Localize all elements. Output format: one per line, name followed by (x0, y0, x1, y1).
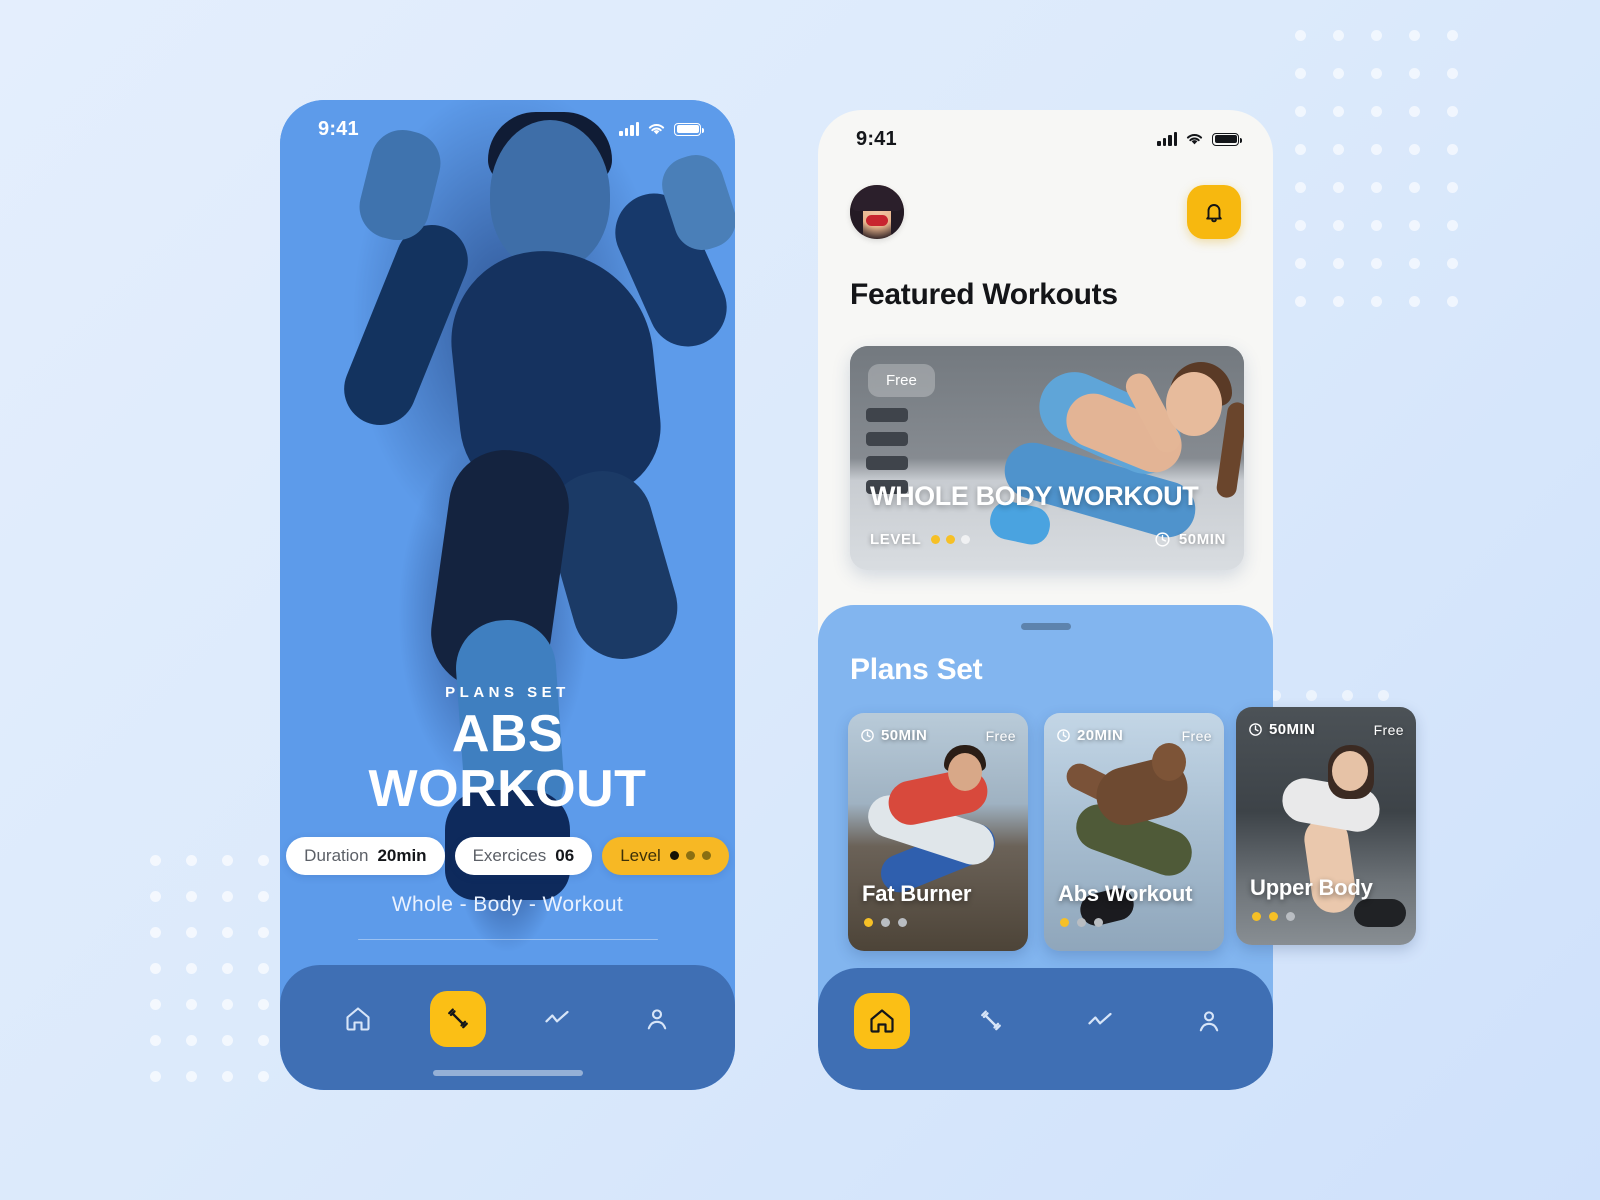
plan-card-level-dots (1060, 918, 1103, 927)
battery-icon (1212, 132, 1242, 146)
nav-item-home[interactable] (330, 991, 386, 1047)
hero-overlay: PLANS SET ABS WORKOUT Duration 20min Exe… (280, 684, 735, 940)
plan-card-meta: 50MIN Free (860, 727, 1016, 744)
exercises-chip-value: 06 (555, 845, 575, 865)
duration-chip-label: Duration (304, 845, 369, 865)
plan-cards-carousel[interactable]: 50MIN Free Fat Burner 20MIN Free Abs Wor… (848, 713, 1273, 951)
plan-card-level-dots (864, 918, 907, 927)
clock-icon (1249, 723, 1262, 736)
status-time: 9:41 (318, 117, 359, 140)
runner-figure (848, 713, 1028, 951)
wifi-icon (1186, 133, 1203, 145)
featured-workout-card[interactable]: Free WHOLE BODY WORKOUT LEVEL 50MIN (850, 346, 1244, 570)
page-title: ABS WORKOUT (368, 705, 647, 818)
decorative-dot-grid-top-right (1295, 30, 1575, 320)
featured-level-dots (931, 535, 971, 544)
home-icon (346, 1006, 370, 1031)
duration-chip[interactable]: Duration 20min (286, 836, 445, 875)
chart-line-icon (1088, 1012, 1112, 1025)
level-chip[interactable]: Level (602, 836, 729, 875)
plan-card-price: Free (985, 727, 1016, 744)
person-icon (647, 1008, 667, 1029)
hero-divider (357, 938, 658, 940)
phone-screen-home: 9:41 Featured Workouts Free WHOLE BODY W… (818, 110, 1273, 1090)
featured-card-meta: LEVEL 50MIN (870, 531, 1226, 548)
plan-card-price: Free (1373, 721, 1404, 738)
duration-chip-value: 20min (377, 845, 427, 865)
person-icon (1199, 1011, 1219, 1032)
status-bar-left: 9:41 (280, 100, 735, 158)
plan-card-meta: 20MIN Free (1056, 727, 1212, 744)
exercises-chip[interactable]: Exercices 06 (454, 836, 593, 875)
list-item[interactable]: 50MIN Free Fat Burner (848, 713, 1028, 951)
featured-level-label: LEVEL (870, 531, 922, 548)
plan-card-price: Free (1181, 727, 1212, 744)
hero-stat-chips: Duration 20min Exercices 06 Level (286, 836, 729, 875)
hero-background-photo (280, 100, 735, 1090)
plan-card-title: Abs Workout (1058, 881, 1193, 906)
clock-icon (1057, 729, 1070, 742)
status-bar-right: 9:41 (818, 110, 1273, 168)
plan-card-duration: 50MIN (1269, 721, 1316, 738)
plan-card-duration: 50MIN (881, 727, 928, 744)
notification-button[interactable] (1187, 185, 1241, 239)
chart-line-icon (545, 1010, 569, 1022)
plan-card-meta: 50MIN Free (1248, 721, 1404, 738)
dumbbell-icon (981, 1010, 1001, 1031)
nav-item-stats[interactable] (1072, 993, 1128, 1049)
signal-bars-icon (619, 122, 639, 136)
bottom-nav-right (818, 968, 1273, 1090)
plan-card-title: Upper Body (1250, 875, 1373, 900)
featured-free-badge: Free (868, 364, 935, 397)
home-indicator-left (432, 1070, 583, 1076)
plans-section-title: Plans Set (850, 653, 983, 686)
list-item[interactable]: 20MIN Free Abs Workout (1044, 713, 1224, 951)
battery-icon (674, 122, 704, 136)
hero-subtitle: Whole - Body - Workout (391, 892, 624, 916)
plan-card-title: Fat Burner (862, 881, 972, 906)
nav-item-stats[interactable] (529, 991, 585, 1047)
clock-icon (1155, 532, 1170, 547)
app-header (850, 182, 1241, 242)
signal-bars-icon (1157, 132, 1177, 146)
avatar[interactable] (850, 185, 904, 239)
status-time: 9:41 (856, 127, 897, 150)
phone-screen-workout-detail: 9:41 PLANS SET ABS WORKOUT Duration 20mi… (280, 100, 735, 1090)
featured-section-title: Featured Workouts (850, 278, 1118, 311)
nav-item-profile[interactable] (1181, 993, 1237, 1049)
runner-figure (1044, 713, 1224, 951)
runner-figure (1236, 707, 1416, 945)
featured-card-title: WHOLE BODY WORKOUT (870, 481, 1199, 511)
level-chip-label: Level (620, 845, 661, 865)
sheet-drag-handle[interactable] (1020, 623, 1071, 630)
hero-kicker: PLANS SET (445, 684, 570, 702)
nav-item-home[interactable] (854, 993, 910, 1049)
nav-item-workout[interactable] (963, 993, 1019, 1049)
dumbbell-icon (447, 1008, 468, 1028)
bell-icon (1206, 204, 1222, 223)
nav-item-profile[interactable] (629, 991, 685, 1047)
featured-duration: 50MIN (1178, 531, 1226, 548)
home-icon (870, 1009, 894, 1033)
plan-card-level-dots (1252, 912, 1295, 921)
nav-item-workout[interactable] (429, 990, 486, 1047)
plan-card-duration: 20MIN (1077, 727, 1124, 744)
level-chip-dots (669, 851, 711, 860)
list-item[interactable]: 50MIN Free Upper Body (1236, 707, 1416, 945)
clock-icon (861, 729, 874, 742)
exercises-chip-label: Exercices (472, 845, 547, 865)
wifi-icon (648, 123, 665, 135)
